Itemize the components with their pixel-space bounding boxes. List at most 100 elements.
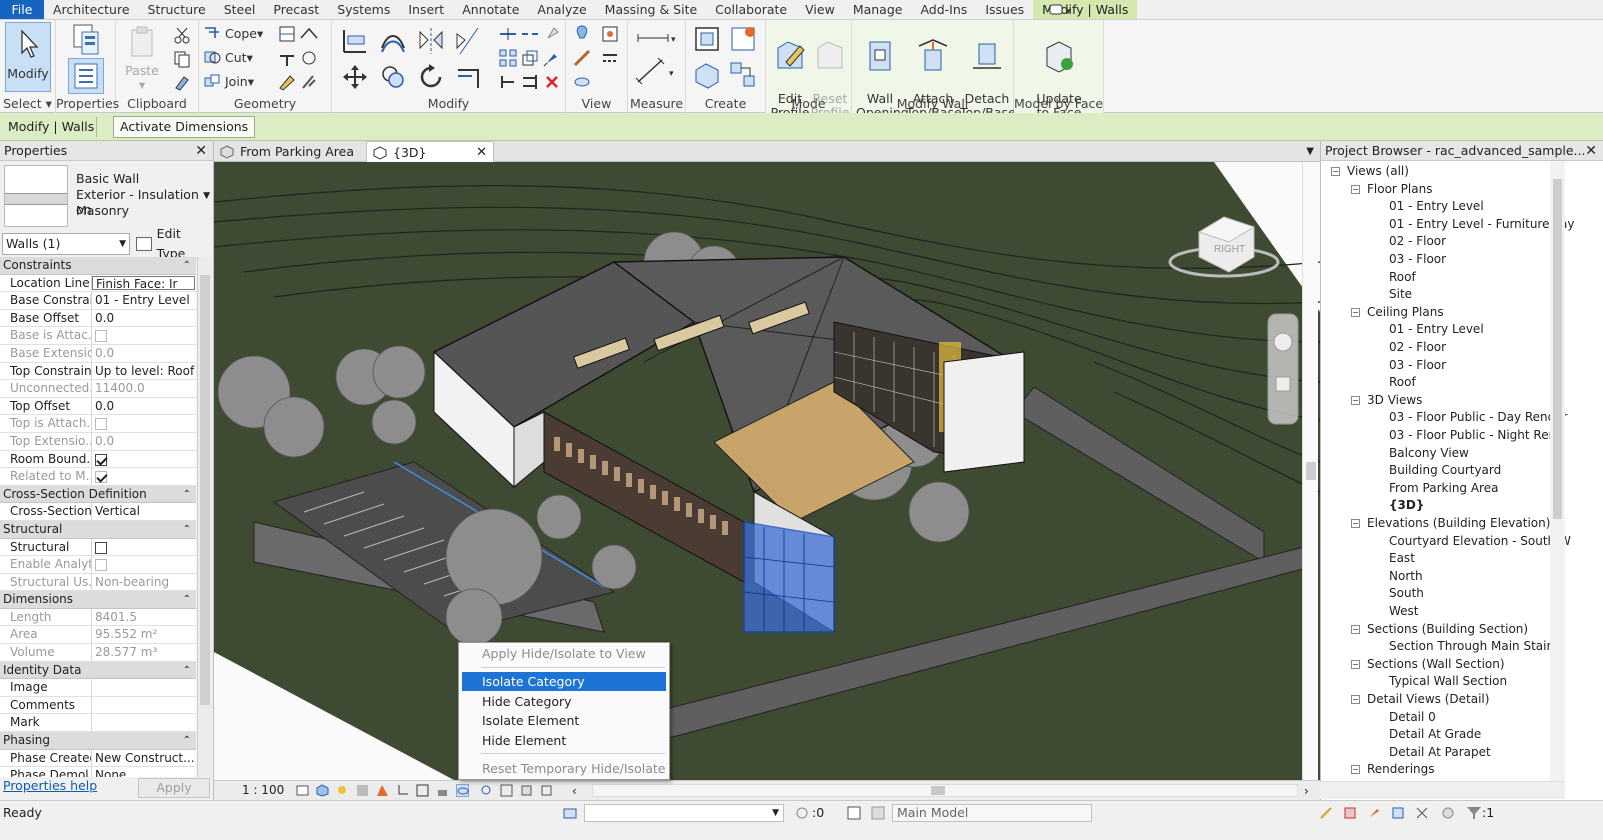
- select-links-icon[interactable]: [1318, 805, 1334, 821]
- activate-dimensions-button[interactable]: Activate Dimensions: [113, 116, 256, 138]
- scale-icon[interactable]: [520, 48, 540, 68]
- property-value[interactable]: 0.0: [92, 310, 196, 327]
- property-value[interactable]: New Construct...: [92, 750, 196, 767]
- split-face-icon[interactable]: [277, 24, 297, 44]
- menu-tab-systems[interactable]: Systems: [328, 0, 399, 19]
- remove-paint-icon[interactable]: [299, 72, 319, 92]
- active-design-option-icon[interactable]: [870, 805, 886, 821]
- tree-folder[interactable]: − Ceiling Plans: [1351, 304, 1444, 322]
- linework-icon[interactable]: [572, 48, 592, 68]
- menu-tab-add-ins[interactable]: Add-Ins: [911, 0, 976, 19]
- property-checkbox[interactable]: [95, 541, 107, 554]
- property-value[interactable]: [92, 451, 196, 468]
- close-icon[interactable]: ✕: [195, 141, 207, 161]
- tree-view-item[interactable]: South: [1389, 585, 1424, 603]
- tree-view-item[interactable]: From Parking Area: [1389, 480, 1498, 498]
- menu-tab-insert[interactable]: Insert: [399, 0, 453, 19]
- properties-toggle-button[interactable]: [68, 58, 104, 94]
- menu-tab-manage[interactable]: Manage: [844, 0, 912, 19]
- create-assembly-icon[interactable]: [692, 24, 722, 54]
- tree-view-item[interactable]: {3D}: [1389, 497, 1424, 515]
- join-button[interactable]: Join ▾: [203, 70, 254, 92]
- scrollbar-thumb[interactable]: [200, 275, 210, 705]
- project-browser-horizontal-scrollbar[interactable]: [1320, 781, 1565, 799]
- select-underlay-icon[interactable]: [1342, 805, 1358, 821]
- tree-view-item[interactable]: 03 - Floor: [1389, 251, 1446, 269]
- design-option-selector[interactable]: Main Model: [892, 804, 1092, 822]
- select-pinned-icon[interactable]: [1366, 805, 1382, 821]
- paint-icon[interactable]: [277, 72, 297, 92]
- collapse-icon[interactable]: −: [1351, 395, 1360, 405]
- menu-tab-annotate[interactable]: Annotate: [453, 0, 528, 19]
- reset-temporary-hide-isolate-menu-item[interactable]: Reset Temporary Hide/Isolate: [462, 759, 666, 778]
- tree-view-item[interactable]: Typical Wall Section: [1389, 673, 1507, 691]
- visual-style-icon[interactable]: [316, 784, 329, 797]
- wall-joins-icon[interactable]: [277, 48, 297, 68]
- split-icon[interactable]: [498, 24, 518, 44]
- tree-view-item[interactable]: Courtyard Elevation - South W: [1389, 533, 1571, 551]
- select-by-face-icon[interactable]: [1390, 805, 1406, 821]
- tree-view-item[interactable]: Detail At Grade: [1389, 726, 1481, 744]
- delete-icon[interactable]: [542, 72, 562, 92]
- isolate-element-menu-item[interactable]: Isolate Element: [462, 711, 666, 730]
- property-value[interactable]: [92, 539, 196, 556]
- create-similar-icon[interactable]: [728, 60, 758, 90]
- trim-extend-single-icon[interactable]: [498, 72, 518, 92]
- menu-tab-view[interactable]: View: [796, 0, 844, 19]
- menu-tab-analyze[interactable]: Analyze: [528, 0, 595, 19]
- isolate-category-menu-item[interactable]: Isolate Category: [462, 672, 666, 691]
- project-browser-scrollbar[interactable]: [1550, 161, 1565, 781]
- copy-element-icon[interactable]: [378, 62, 408, 92]
- edit-type-button[interactable]: Edit Type: [136, 226, 212, 261]
- close-icon[interactable]: ✕: [476, 142, 487, 163]
- menu-tab-issues[interactable]: Issues: [976, 0, 1033, 19]
- tree-folder[interactable]: − Detail Views (Detail): [1351, 691, 1489, 709]
- sun-path-icon[interactable]: [336, 784, 349, 797]
- reveal-constraints-icon[interactable]: [540, 784, 553, 797]
- workset-selector[interactable]: ▼: [584, 804, 784, 822]
- crop-region-icon[interactable]: [416, 784, 429, 797]
- property-group-structural[interactable]: Structural ⌃: [0, 520, 196, 539]
- tree-folder[interactable]: −3D Views: [1351, 392, 1422, 410]
- navigation-bar[interactable]: [1267, 313, 1299, 425]
- tree-folder[interactable]: − Sections (Building Section): [1351, 621, 1528, 639]
- collapse-icon[interactable]: −: [1351, 695, 1360, 704]
- properties-scrollbar[interactable]: [197, 257, 212, 777]
- cope-button[interactable]: Cope ▾: [203, 22, 263, 44]
- reveal-hidden-icon[interactable]: [480, 784, 493, 797]
- apply-button[interactable]: Apply: [138, 778, 210, 798]
- demolish-icon[interactable]: [299, 48, 319, 68]
- menu-tab-precast[interactable]: Precast: [264, 0, 328, 19]
- tree-view-item[interactable]: 02 - Floor: [1389, 339, 1446, 357]
- menu-tab-steel[interactable]: Steel: [215, 0, 265, 19]
- tree-view-item[interactable]: 03 - Floor Public - Day Render: [1389, 409, 1568, 427]
- type-properties-button[interactable]: [66, 22, 106, 62]
- menu-tab-file[interactable]: File: [0, 0, 44, 19]
- pin-icon[interactable]: [542, 48, 562, 68]
- analytical-model-icon[interactable]: [500, 784, 513, 797]
- temporary-hide-isolate-icon[interactable]: [456, 784, 469, 797]
- scrollbar-thumb[interactable]: [931, 786, 945, 795]
- drag-elements-icon[interactable]: [1414, 805, 1430, 821]
- hide-in-view-icon[interactable]: [572, 24, 592, 44]
- tree-folder[interactable]: − Floor Plans: [1351, 181, 1432, 199]
- property-value[interactable]: [92, 697, 196, 714]
- tree-view-item[interactable]: Roof: [1389, 374, 1416, 392]
- collapse-icon[interactable]: ⌃: [183, 521, 191, 538]
- background-processes-icon[interactable]: [1440, 805, 1456, 821]
- scrollbar-thumb[interactable]: [1553, 179, 1562, 519]
- create-parts-icon[interactable]: [728, 24, 758, 54]
- mirror-draw-axis-icon[interactable]: [454, 26, 484, 56]
- collapse-icon[interactable]: ⌃: [183, 591, 191, 608]
- property-group-constraints[interactable]: Constraints ⌃: [0, 257, 196, 275]
- create-group-icon[interactable]: [692, 60, 722, 90]
- tree-view-item[interactable]: Site: [1389, 286, 1412, 304]
- measure-between-icon[interactable]: ▾: [634, 28, 678, 48]
- collapse-icon[interactable]: −: [1351, 307, 1360, 317]
- scroll-right-icon[interactable]: ›: [1304, 784, 1317, 798]
- hide-element-menu-item[interactable]: Hide Element: [462, 731, 666, 750]
- line-style-icon[interactable]: [600, 48, 620, 68]
- collapse-icon[interactable]: ⌃: [183, 732, 191, 749]
- cut-clipboard-icon[interactable]: [172, 25, 192, 45]
- override-graphics-icon[interactable]: [600, 24, 620, 44]
